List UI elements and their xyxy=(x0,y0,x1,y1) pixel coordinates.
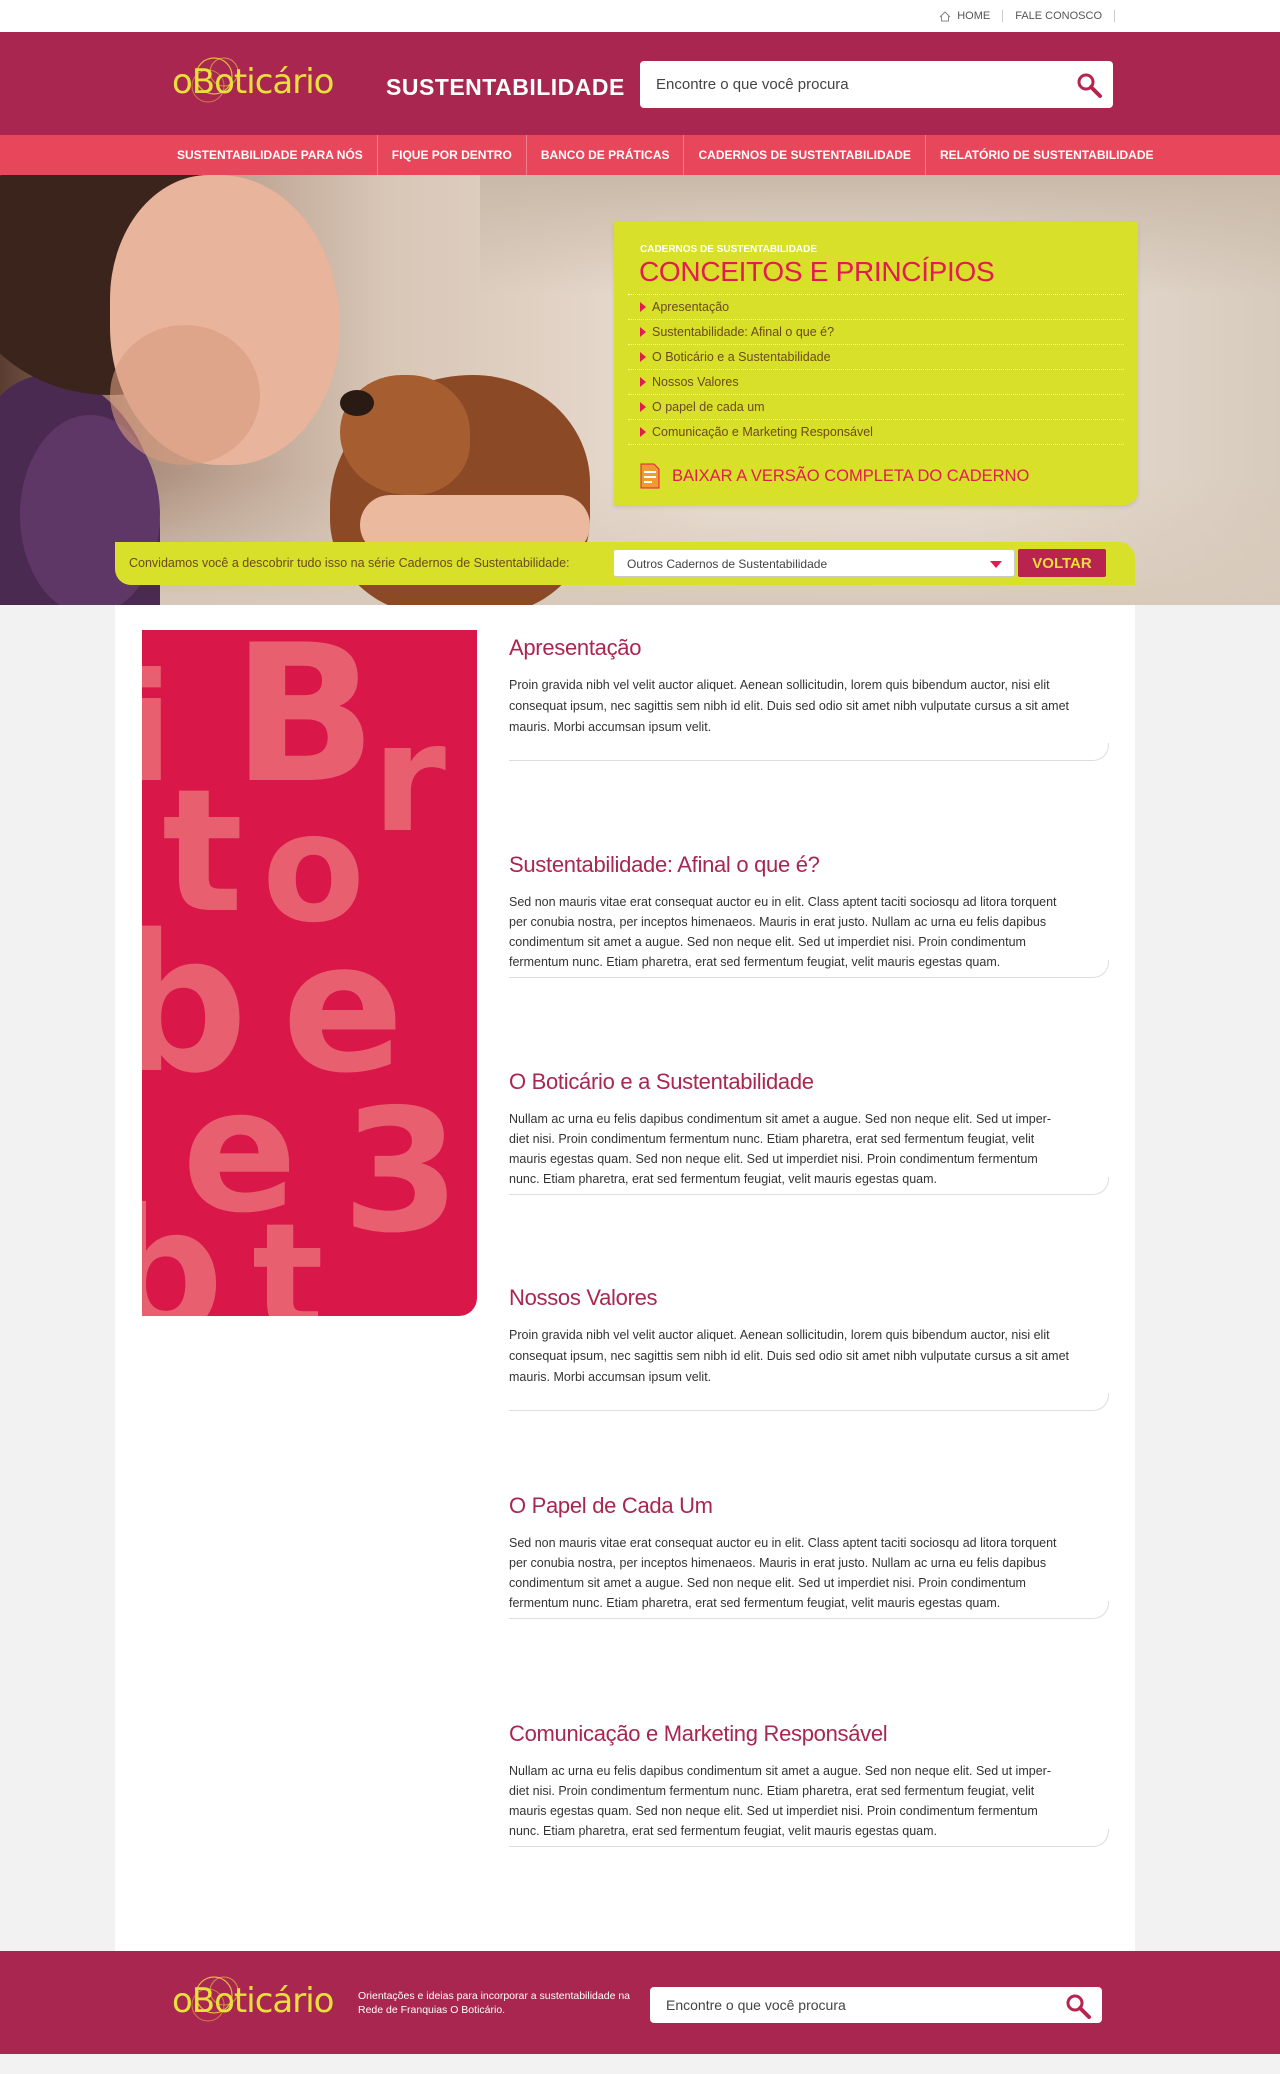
svg-text:b: b xyxy=(142,1173,224,1316)
section-title: Apresentação xyxy=(509,635,642,660)
section-title: Nossos Valores xyxy=(509,1285,658,1310)
download-button[interactable]: BAIXAR A VERSÃO COMPLETA DO CADERNO xyxy=(640,463,1029,489)
section-boticario-sustentabilidade: O Boticário e a Sustentabilidade Nullam … xyxy=(509,1069,1109,1195)
panel-link[interactable]: Comunicação e Marketing Responsável xyxy=(628,420,1124,445)
caderno-select[interactable]: Outros Cadernos de Sustentabilidade xyxy=(613,549,1015,577)
section-sustentabilidade: Sustentabilidade: Afinal o que é? Sed no… xyxy=(509,852,1109,978)
search-input[interactable] xyxy=(656,61,1056,108)
home-icon xyxy=(939,10,951,21)
brand-wordmark: oBoticário xyxy=(172,62,334,102)
panel-link-list: Apresentação Sustentabilidade: Afinal o … xyxy=(628,294,1124,445)
triangle-bullet-icon xyxy=(640,377,646,387)
contact-link[interactable]: FALE CONOSCO xyxy=(1003,10,1115,22)
decorative-letter-pattern: B i r t o b e e 3 b t xyxy=(142,630,477,1316)
series-filter-bar: Convidamos você a descobrir tudo isso na… xyxy=(115,542,1135,585)
home-label: HOME xyxy=(957,10,991,22)
select-value: Outros Cadernos de Sustentabilidade xyxy=(627,557,828,571)
section-divider xyxy=(509,1829,1109,1847)
panel-link-label: O papel de cada um xyxy=(652,400,765,414)
svg-text:r: r xyxy=(372,692,446,866)
section-text: Proin gravida nibh vel velit auctor aliq… xyxy=(509,1328,1070,1384)
site-footer: oBoticário Orientações e ideias para inc… xyxy=(0,1951,1280,2054)
utility-bar: HOME FALE CONOSCO xyxy=(0,0,1280,32)
panel-link[interactable]: Sustentabilidade: Afinal o que é? xyxy=(628,320,1124,345)
section-title: Comunicação e Marketing Responsável xyxy=(509,1721,888,1746)
brand-logo[interactable]: oBoticário xyxy=(172,50,342,114)
panel-link-label: O Boticário e a Sustentabilidade xyxy=(652,350,831,364)
section-divider xyxy=(509,1393,1109,1411)
triangle-bullet-icon xyxy=(640,352,646,362)
panel-link[interactable]: Nossos Valores xyxy=(628,370,1124,395)
section-divider xyxy=(509,743,1109,761)
footer-search-box xyxy=(650,1987,1102,2023)
section-comunicacao: Comunicação e Marketing Responsável Null… xyxy=(509,1721,1109,1847)
panel-link[interactable]: O Boticário e a Sustentabilidade xyxy=(628,345,1124,370)
svg-text:3: 3 xyxy=(342,1073,460,1271)
hero-banner: CADERNOS DE SUSTENTABILIDADE CONCEITOS E… xyxy=(0,175,1280,605)
bottom-strip xyxy=(0,2054,1280,2074)
main-content: B i r t o b e e 3 b t Apresentação Proin… xyxy=(115,605,1135,1951)
utility-links: HOME FALE CONOSCO xyxy=(939,10,1115,22)
section-divider xyxy=(509,1601,1109,1619)
nav-item-banco-de-praticas[interactable]: BANCO DE PRÁTICAS xyxy=(527,135,685,175)
section-title: Sustentabilidade: Afinal o que é? xyxy=(509,852,820,877)
section-valores: Nossos Valores Proin gravida nibh vel ve… xyxy=(509,1285,1109,1411)
document-icon xyxy=(640,463,660,489)
nav-item-fique-por-dentro[interactable]: FIQUE POR DENTRO xyxy=(378,135,527,175)
caderno-panel: CADERNOS DE SUSTENTABILIDADE CONCEITOS E… xyxy=(614,222,1138,505)
panel-link[interactable]: Apresentação xyxy=(628,295,1124,320)
back-button[interactable]: VOLTAR xyxy=(1018,549,1106,577)
filter-label: Convidamos você a descobrir tudo isso na… xyxy=(129,556,570,570)
section-title: O Papel de Cada Um xyxy=(509,1493,713,1518)
section-papel: O Papel de Cada Um Sed non mauris vitae … xyxy=(509,1493,1109,1619)
triangle-bullet-icon xyxy=(640,402,646,412)
nav-item-relatorio[interactable]: RELATÓRIO DE SUSTENTABILIDADE xyxy=(926,135,1168,175)
triangle-bullet-icon xyxy=(640,327,646,337)
panel-link[interactable]: O papel de cada um xyxy=(628,395,1124,420)
panel-title: CONCEITOS E PRINCÍPIOS xyxy=(639,256,995,287)
section-divider xyxy=(509,1177,1109,1195)
hero-face-shade xyxy=(110,325,260,465)
letter-pattern-graphic: B i r t o b e e 3 b t xyxy=(142,630,460,1316)
search-icon[interactable] xyxy=(1075,71,1103,99)
hero-dog-nose xyxy=(340,390,374,416)
nav-item-cadernos[interactable]: CADERNOS DE SUSTENTABILIDADE xyxy=(684,135,926,175)
footer-wordmark: oBoticário xyxy=(172,1981,334,2021)
section-apresentacao: Apresentação Proin gravida nibh vel veli… xyxy=(509,635,1109,761)
section-text: Proin gravida nibh vel velit auctor aliq… xyxy=(509,678,1070,734)
panel-link-label: Sustentabilidade: Afinal o que é? xyxy=(652,325,835,339)
panel-kicker: CADERNOS DE SUSTENTABILIDADE xyxy=(640,244,818,255)
search-icon[interactable] xyxy=(1064,1992,1092,2020)
nav-item-sustentabilidade-para-nos[interactable]: SUSTENTABILIDADE PARA NÓS xyxy=(163,135,378,175)
site-header: oBoticário SUSTENTABILIDADE xyxy=(0,32,1280,135)
footer-logo[interactable]: oBoticário xyxy=(172,1969,342,2033)
section-divider xyxy=(509,960,1109,978)
triangle-bullet-icon xyxy=(640,427,646,437)
panel-link-label: Nossos Valores xyxy=(652,375,739,389)
download-label: BAIXAR A VERSÃO COMPLETA DO CADERNO xyxy=(672,466,1030,485)
panel-link-label: Comunicação e Marketing Responsável xyxy=(652,425,873,439)
site-title: SUSTENTABILIDADE xyxy=(386,74,625,100)
svg-text:t: t xyxy=(252,1192,324,1316)
triangle-bullet-icon xyxy=(640,302,646,312)
footer-description: Orientações e ideias para incorporar a s… xyxy=(358,1990,631,2016)
home-link[interactable]: HOME xyxy=(939,10,1004,22)
section-title: O Boticário e a Sustentabilidade xyxy=(509,1069,814,1094)
main-nav: SUSTENTABILIDADE PARA NÓS FIQUE POR DENT… xyxy=(0,135,1280,175)
panel-link-label: Apresentação xyxy=(652,300,730,314)
chevron-down-icon xyxy=(990,561,1002,568)
search-box xyxy=(640,61,1113,108)
footer-search-input[interactable] xyxy=(666,1987,1066,2023)
